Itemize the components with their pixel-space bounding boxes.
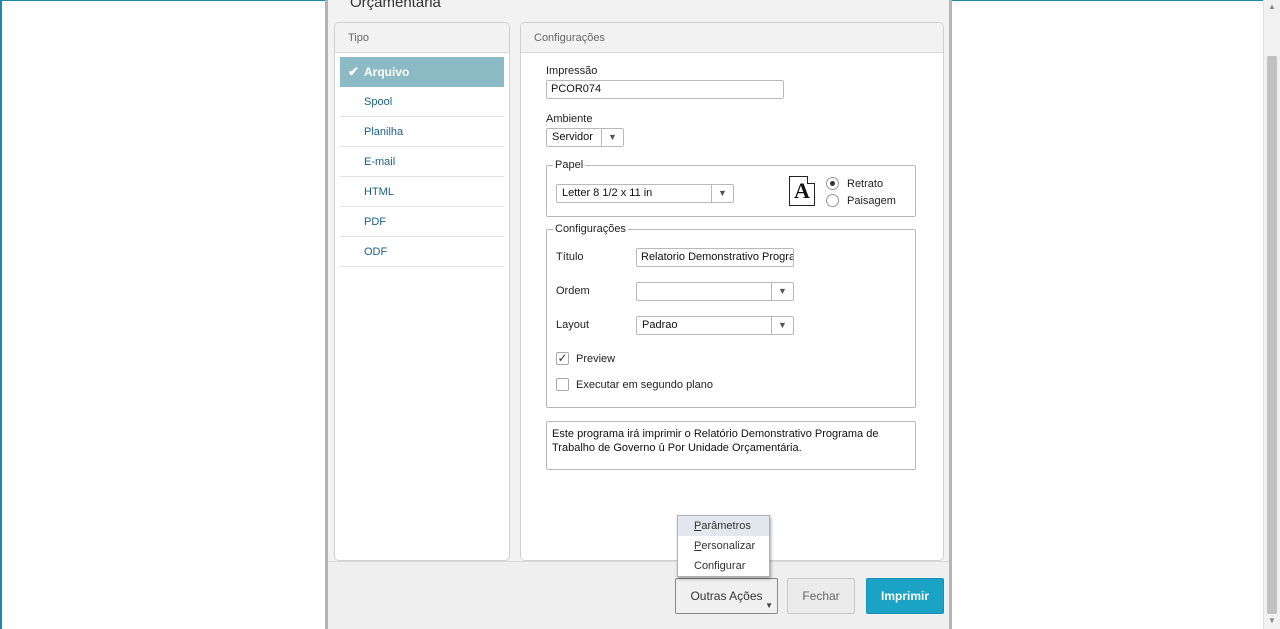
chevron-down-icon: ▼: [771, 317, 793, 334]
retrato-radio[interactable]: [826, 177, 839, 190]
tipo-header: Tipo: [335, 23, 509, 53]
tipo-item-html[interactable]: HTML: [340, 177, 504, 207]
menu-item-personalizar[interactable]: Personalizar: [678, 536, 769, 556]
chevron-down-icon: ▼: [771, 283, 793, 300]
tipo-item-label: ODF: [364, 246, 388, 258]
dialog-title: Orçamentária: [350, 0, 441, 11]
outras-acoes-label: Outras Ações: [690, 589, 763, 603]
papel-size-select[interactable]: Letter 8 1/2 x 11 in ▼: [556, 184, 734, 203]
ambiente-label: Ambiente: [546, 113, 593, 125]
fechar-button[interactable]: Fechar: [787, 578, 855, 614]
papel-legend: Papel: [555, 159, 584, 171]
menu-item-configurar[interactable]: Configurar: [678, 556, 769, 576]
scroll-up-arrow-icon[interactable]: ▲: [1264, 0, 1280, 16]
dialog-footer: Outras Ações ▼ Fechar Imprimir: [328, 561, 949, 629]
tipo-item-label: E-mail: [364, 156, 396, 168]
tipo-item-arquivo[interactable]: ✔ Arquivo: [340, 57, 504, 87]
layout-select[interactable]: Padrao ▼: [636, 316, 794, 335]
page-left-border: [0, 0, 2, 629]
caret-down-icon: ▼: [765, 601, 773, 610]
titulo-label: Título: [556, 251, 584, 263]
checkmark-icon: ✓: [557, 351, 568, 365]
ordem-label: Ordem: [556, 285, 590, 297]
outras-acoes-button[interactable]: Outras Ações ▼: [675, 578, 778, 614]
segundo-plano-checkbox[interactable]: [556, 378, 569, 391]
titulo-input[interactable]: Relatorio Demonstrativo Progra: [636, 248, 794, 267]
scrollbar-thumb[interactable]: [1267, 56, 1277, 614]
configuracoes-panel: Configurações Impressão PCOR074 Ambiente…: [520, 22, 944, 561]
tipo-item-label: Arquivo: [364, 65, 410, 79]
menu-item-label: ersonalizar: [701, 540, 756, 552]
ambiente-select[interactable]: Servidor ▼: [546, 128, 624, 147]
tipo-item-planilha[interactable]: Planilha: [340, 117, 504, 147]
outras-acoes-menu: Parâmetros Personalizar Configurar: [677, 515, 770, 577]
configuracoes-legend: Configurações: [555, 223, 626, 235]
tipo-item-email[interactable]: E-mail: [340, 147, 504, 177]
layout-label: Layout: [556, 319, 590, 331]
papel-size-value: Letter 8 1/2 x 11 in: [562, 187, 653, 199]
tipo-item-label: Spool: [364, 96, 393, 108]
preview-checkbox[interactable]: ✓: [556, 352, 569, 365]
tipo-item-pdf[interactable]: PDF: [340, 207, 504, 237]
tipo-list: ✔ Arquivo Spool Planilha E-mail HTML PDF…: [335, 53, 509, 267]
tipo-panel: Tipo ✔ Arquivo Spool Planilha E-mail HTM…: [334, 22, 510, 561]
segundo-plano-label: Executar em segundo plano: [576, 379, 713, 391]
layout-value: Padrao: [642, 319, 678, 331]
impressao-input[interactable]: PCOR074: [546, 80, 784, 99]
portrait-paper-icon: A: [789, 176, 815, 206]
menu-item-label: arâmetros: [701, 520, 751, 532]
tipo-item-label: Planilha: [364, 126, 404, 138]
menu-item-parametros[interactable]: Parâmetros: [678, 516, 769, 536]
description-line-1: Este programa irá imprimir o Relatório D…: [552, 428, 879, 440]
ordem-select[interactable]: ▼: [636, 282, 794, 301]
paisagem-radio[interactable]: [826, 194, 839, 207]
retrato-label: Retrato: [847, 178, 884, 190]
tipo-item-spool[interactable]: Spool: [340, 87, 504, 117]
description-line-2: Trabalho de Governo û Por Unidade Orçame…: [552, 442, 802, 454]
tipo-item-label: HTML: [364, 186, 394, 198]
print-dialog: Orçamentária Tipo ✔ Arquivo Spool Planil…: [325, 0, 952, 629]
description-box: Este programa irá imprimir o Relatório D…: [546, 421, 916, 470]
ambiente-value: Servidor: [552, 131, 593, 143]
preview-label: Preview: [576, 353, 616, 365]
chevron-down-icon: ▼: [601, 129, 623, 146]
configuracoes-header: Configurações: [521, 23, 943, 53]
check-icon: ✔: [348, 64, 359, 79]
tipo-item-label: PDF: [364, 216, 386, 228]
tipo-item-odf[interactable]: ODF: [340, 237, 504, 267]
impressao-label: Impressão: [546, 65, 598, 77]
chevron-down-icon: ▼: [711, 185, 733, 202]
page-scrollbar[interactable]: ▲ ▼: [1263, 0, 1280, 629]
imprimir-button[interactable]: Imprimir: [866, 578, 944, 614]
menu-item-label: Configurar: [694, 560, 746, 572]
scroll-down-arrow-icon[interactable]: ▼: [1264, 613, 1280, 629]
paisagem-label: Paisagem: [847, 195, 896, 207]
